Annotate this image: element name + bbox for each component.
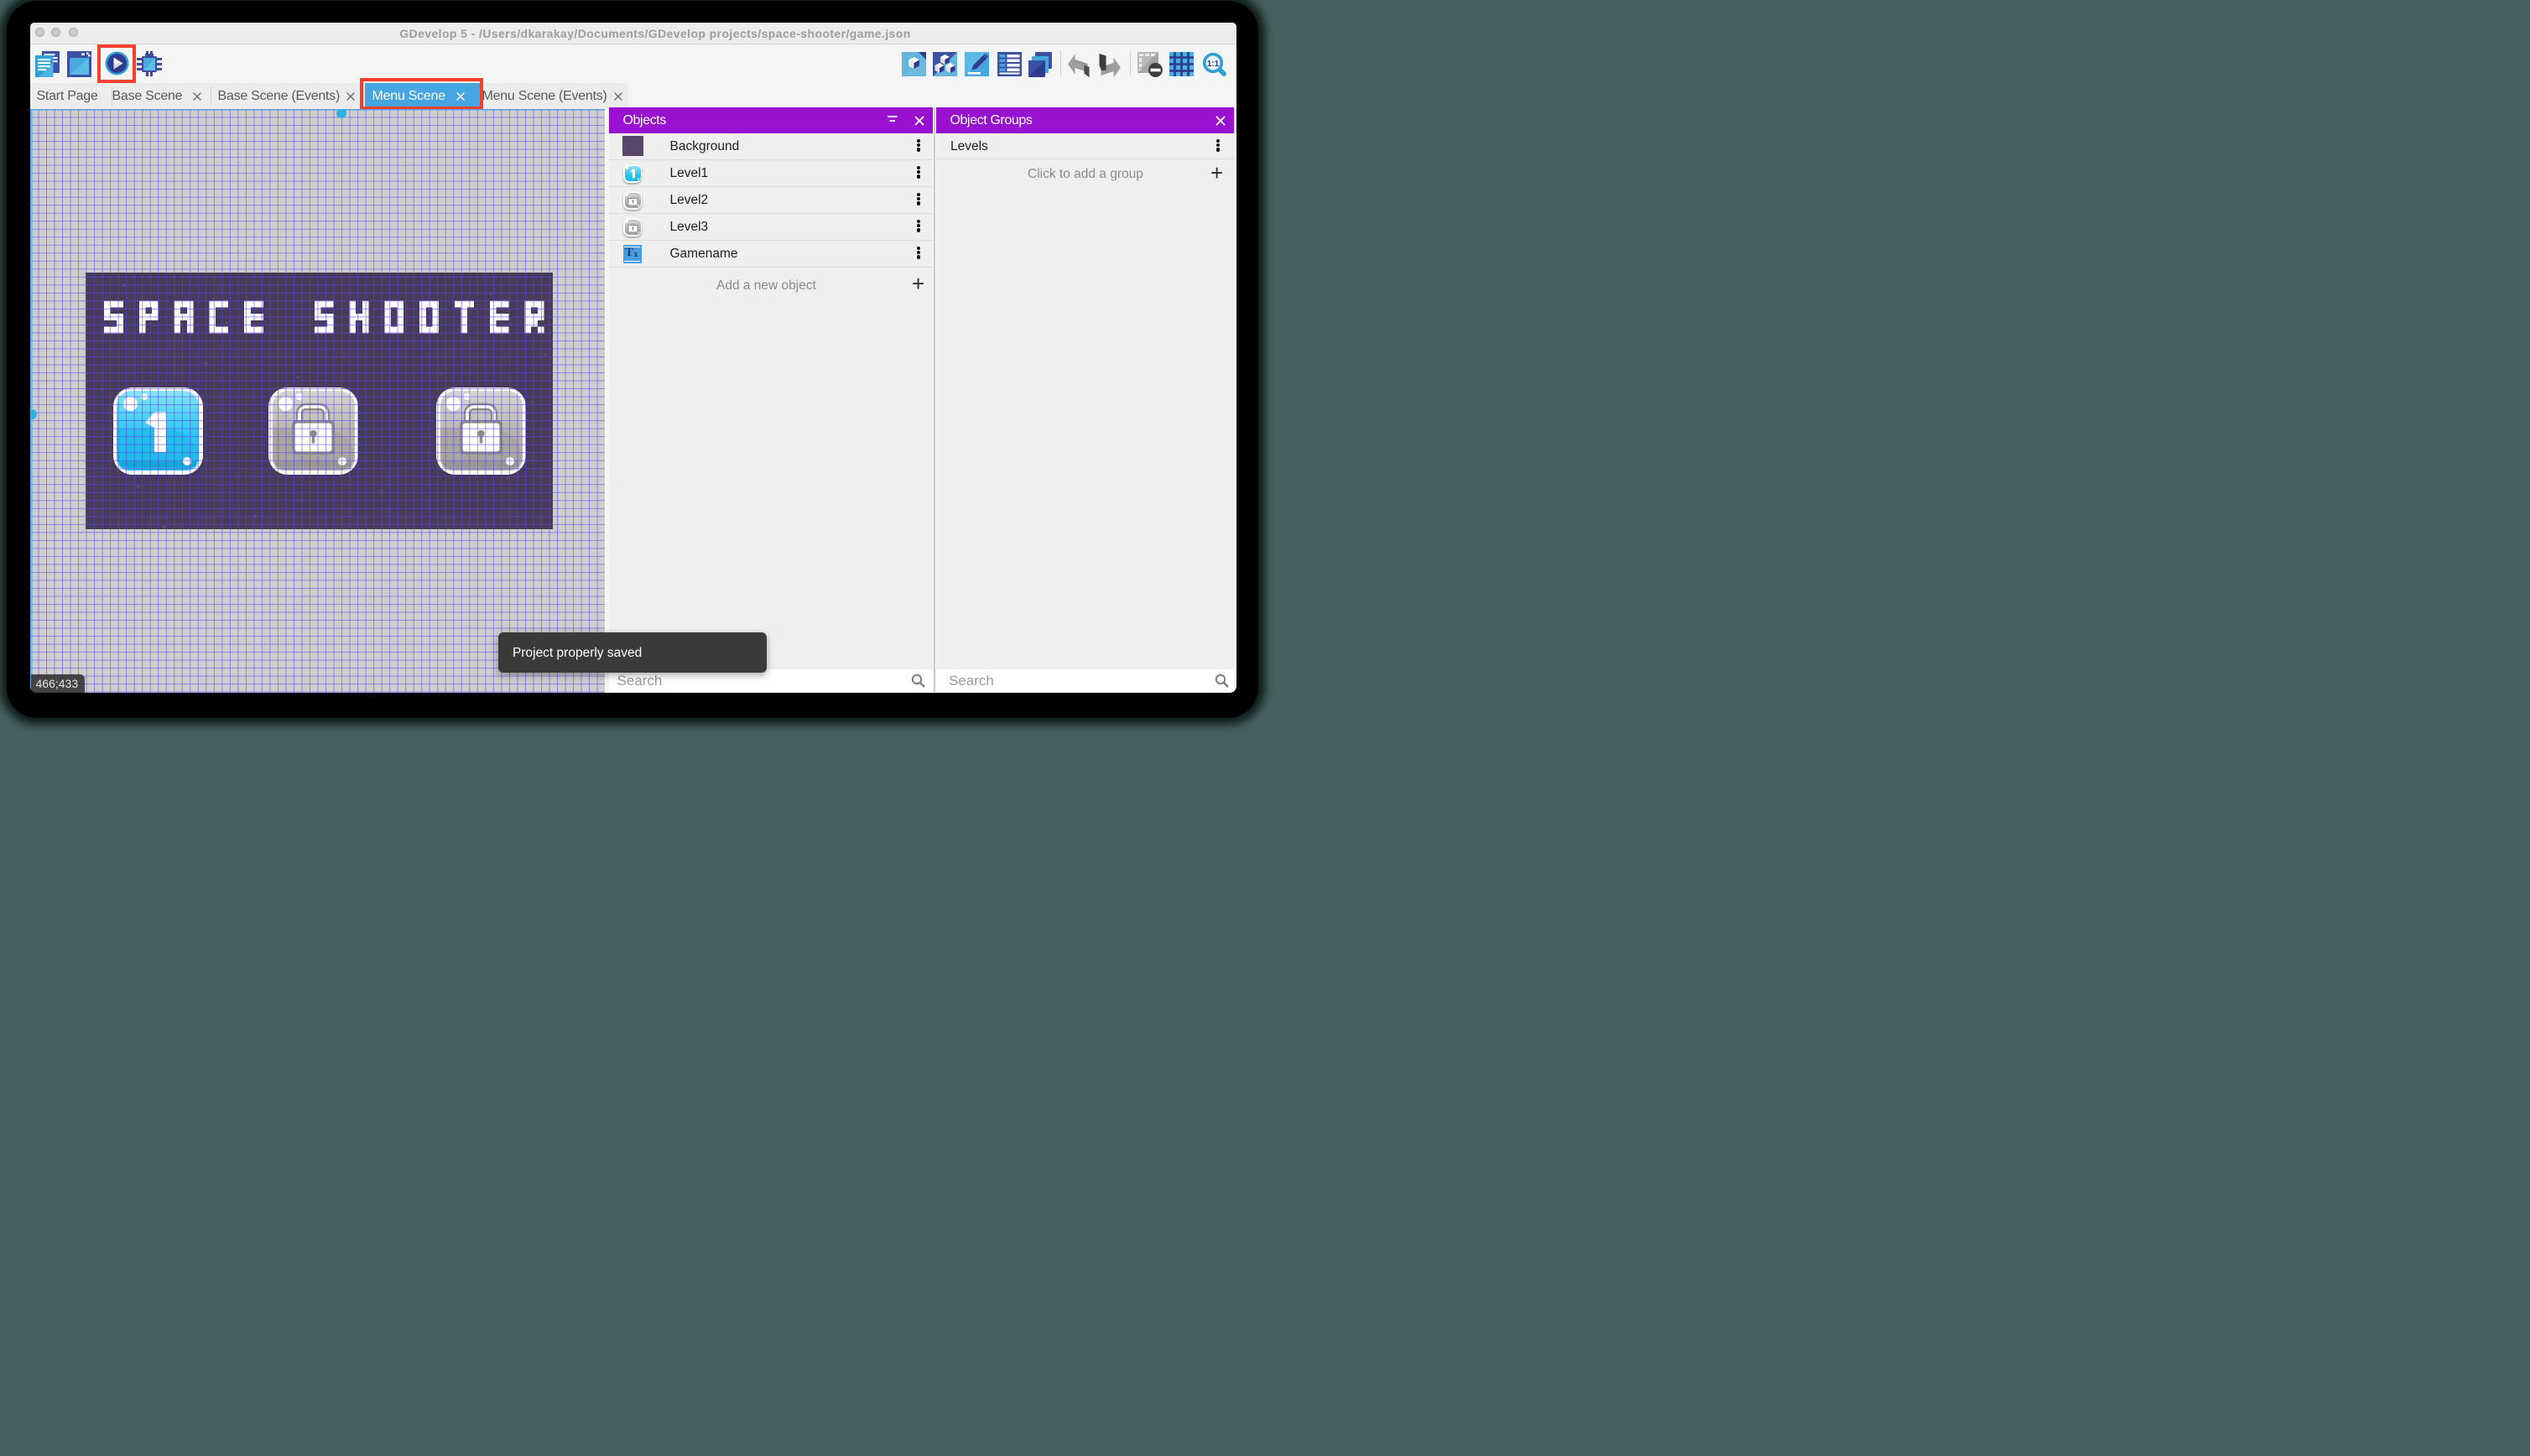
svg-text:1:1: 1:1 bbox=[1206, 60, 1219, 69]
